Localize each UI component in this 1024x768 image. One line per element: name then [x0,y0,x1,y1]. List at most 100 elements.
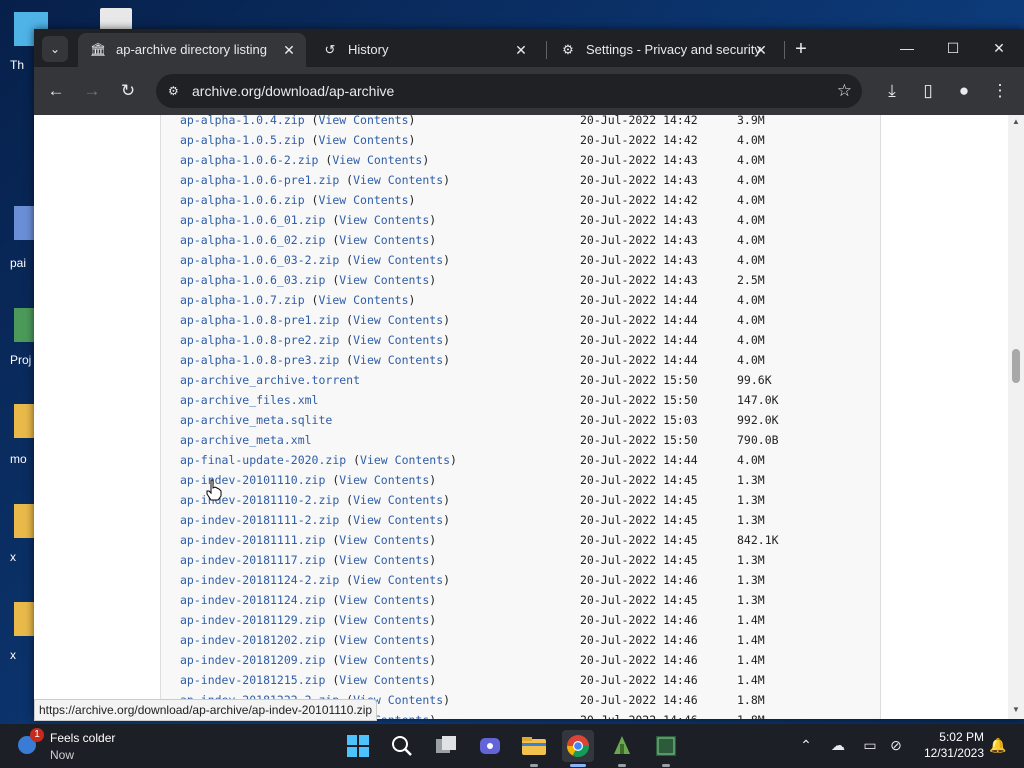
file-link[interactable]: ap-alpha-1.0.8-pre3.zip [180,353,339,367]
view-contents-link[interactable]: View Contents [339,273,429,287]
close-icon[interactable]: ✕ [280,41,298,59]
file-link[interactable]: ap-archive_meta.xml [180,433,312,447]
menu-button[interactable]: ⋮ [988,79,1012,103]
view-contents-link[interactable]: View Contents [353,333,443,347]
new-tab-button[interactable]: + [790,38,812,60]
view-contents-link[interactable]: View Contents [353,493,443,507]
view-contents-link[interactable]: View Contents [339,213,429,227]
reload-button[interactable]: ↻ [116,79,140,103]
url-text[interactable]: archive.org/download/ap-archive [192,83,394,99]
file-link[interactable]: ap-alpha-1.0.6-pre1.zip [180,173,339,187]
file-link[interactable]: ap-indev-20181111.zip [180,533,325,547]
file-link[interactable]: ap-indev-20181117.zip [180,553,325,567]
file-link[interactable]: ap-alpha-1.0.6_03.zip [180,273,325,287]
bookmark-star-icon[interactable]: ☆ [837,81,852,101]
view-contents-link[interactable]: View Contents [339,553,429,567]
view-contents-link[interactable]: View Contents [339,533,429,547]
weather-widget[interactable]: 1 Feels colder Now [18,728,158,764]
file-size: 4.0M [737,313,765,327]
file-link[interactable]: ap-alpha-1.0.6-2.zip [180,153,318,167]
site-info-icon[interactable]: ⚙ [168,83,184,99]
view-contents-link[interactable]: View Contents [318,133,408,147]
file-link[interactable]: ap-archive_archive.torrent [180,373,360,387]
tab-ap-archive[interactable]: 🏛 ap-archive directory listing ✕ [78,33,306,67]
view-contents-link[interactable]: View Contents [353,353,443,367]
file-link[interactable]: ap-indev-20181124-2.zip [180,573,339,587]
file-link[interactable]: ap-archive_files.xml [180,393,318,407]
file-link[interactable]: ap-alpha-1.0.8-pre2.zip [180,333,339,347]
file-link[interactable]: ap-archive_meta.sqlite [180,413,332,427]
file-link[interactable]: ap-indev-20181129.zip [180,613,325,627]
view-contents-link[interactable]: View Contents [339,633,429,647]
start-icon[interactable] [342,730,374,762]
onedrive-icon[interactable]: ☁ [828,735,848,755]
chevron-up-icon[interactable]: ⌃ [796,735,816,755]
view-contents-link[interactable]: View Contents [339,653,429,667]
tab-search-button[interactable]: ⌄ [42,36,68,62]
view-contents-link[interactable]: View Contents [318,293,408,307]
file-link[interactable]: ap-indev-20181111-2.zip [180,513,339,527]
view-contents-link[interactable]: View Contents [339,473,429,487]
profile-button[interactable]: ● [952,79,976,103]
close-window-button[interactable]: ✕ [976,35,1022,61]
maximize-button[interactable]: ☐ [930,35,976,61]
game-app-icon[interactable] [606,730,638,762]
file-date: 20-Jul-2022 14:44 [580,453,698,467]
back-button[interactable]: ← [44,79,68,103]
tab-history[interactable]: ↺ History ✕ [310,33,538,67]
file-link[interactable]: ap-indev-20101110.zip [180,473,325,487]
paren: ( [325,213,340,227]
notifications-bell-icon[interactable]: 🔔 [988,735,1008,755]
view-contents-link[interactable]: View Contents [353,173,443,187]
file-link[interactable]: ap-alpha-1.0.8-pre1.zip [180,313,339,327]
view-contents-link[interactable]: View Contents [339,593,429,607]
file-link[interactable]: ap-indev-20181202.zip [180,633,325,647]
view-contents-link[interactable]: View Contents [353,573,443,587]
scroll-thumb[interactable] [1012,349,1020,383]
file-link[interactable]: ap-alpha-1.0.6_01.zip [180,213,325,227]
view-contents-link[interactable]: View Contents [339,233,429,247]
task-view-icon[interactable] [430,730,462,762]
search-icon[interactable] [386,730,418,762]
close-icon[interactable]: ✕ [512,41,530,59]
file-link[interactable]: ap-alpha-1.0.5.zip [180,133,305,147]
taskbar-clock[interactable]: 5:02 PM 12/31/2023 [918,729,984,761]
scroll-down-icon[interactable]: ▼ [1011,705,1021,715]
view-contents-link[interactable]: View Contents [353,313,443,327]
network-volume-icon[interactable]: ⊘ [886,735,906,755]
file-link[interactable]: ap-alpha-1.0.6_03-2.zip [180,253,339,267]
close-icon[interactable]: ✕ [752,41,770,59]
view-contents-link[interactable]: View Contents [360,453,450,467]
chrome-icon[interactable] [562,730,594,762]
file-link[interactable]: ap-alpha-1.0.6.zip [180,193,305,207]
view-contents-link[interactable]: View Contents [353,513,443,527]
view-contents-link[interactable]: View Contents [318,115,408,127]
view-contents-link[interactable]: View Contents [332,153,422,167]
terminal-app-icon[interactable] [650,730,682,762]
address-bar[interactable]: ⚙ archive.org/download/ap-archive ☆ [156,74,862,108]
file-link[interactable]: ap-indev-20181209.zip [180,653,325,667]
display-icon[interactable]: ▭ [860,735,880,755]
file-link[interactable]: ap-alpha-1.0.6_02.zip [180,233,325,247]
file-link[interactable]: ap-indev-20181215.zip [180,673,325,687]
file-link[interactable]: ap-alpha-1.0.4.zip [180,115,305,127]
view-contents-link[interactable]: View Contents [318,193,408,207]
file-link[interactable]: ap-indev-20181110-2.zip [180,493,339,507]
view-contents-link[interactable]: View Contents [353,253,443,267]
view-contents-link[interactable]: View Contents [339,673,429,687]
scroll-up-icon[interactable]: ▲ [1011,117,1021,127]
forward-button[interactable]: → [80,79,104,103]
file-link[interactable]: ap-final-update-2020.zip [180,453,346,467]
file-date: 20-Jul-2022 14:44 [580,293,698,307]
view-contents-link[interactable]: View Contents [339,613,429,627]
file-link[interactable]: ap-indev-20181124.zip [180,593,325,607]
file-explorer-icon[interactable] [518,730,550,762]
downloads-button[interactable]: ⤓ [880,79,904,103]
side-panel-button[interactable]: ▯ [916,79,940,103]
vertical-scrollbar[interactable]: ▲ ▼ [1008,115,1024,719]
minimize-button[interactable]: — [884,35,930,61]
file-link[interactable]: ap-alpha-1.0.7.zip [180,293,305,307]
meet-chat-icon[interactable] [474,730,506,762]
file-icon[interactable] [100,8,132,30]
tab-settings[interactable]: ⚙ Settings - Privacy and security ✕ [548,33,778,67]
